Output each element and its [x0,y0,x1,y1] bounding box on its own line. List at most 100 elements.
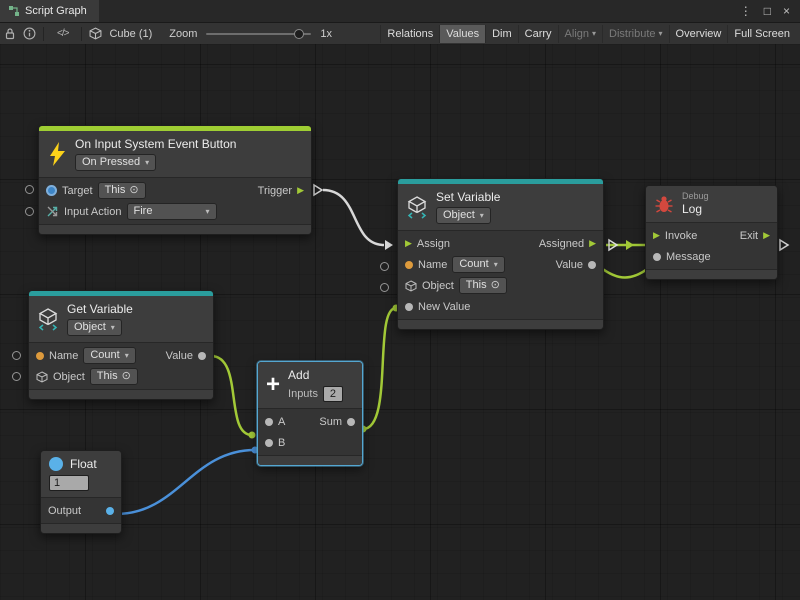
toolbar-button-dim[interactable]: Dim [485,25,518,43]
node-title: Get Variable [67,302,133,316]
float-port-icon[interactable] [106,507,114,515]
toolbar-button-carry[interactable]: Carry [518,25,558,43]
variable-name-dropdown[interactable]: Count ▾ [452,256,504,273]
port-label: Output [48,505,81,517]
port-label: Invoke [665,230,697,242]
value-port-icon[interactable] [653,253,661,261]
flow-arrow-outline-icon [609,240,617,250]
variable-kind-dropdown[interactable]: Object ▾ [67,319,122,336]
graph-target-label[interactable]: Cube (1) [109,28,152,40]
lightning-bolt-icon [47,141,67,167]
target-self-chip[interactable]: This ⊙ [90,368,138,385]
node-get-variable[interactable]: Get Variable Object ▾ Name Count ▾ [28,290,214,400]
float-value-field[interactable]: 1 [49,475,89,491]
wire-trigger-to-assign[interactable] [323,190,384,245]
value-port-icon[interactable] [588,261,596,269]
node-debug-log[interactable]: Debug Log ▶ Invoke Exit ▶ Message [645,185,778,280]
node-footer [41,523,121,533]
graph-canvas[interactable]: On Input System Event Button On Pressed … [0,44,800,600]
chevron-down-icon: ▾ [659,30,663,38]
variable-kind-dropdown[interactable]: Object ▾ [436,207,491,224]
dropdown-value: Count [459,258,488,271]
string-port-icon[interactable] [405,261,413,269]
toolbar-button-distribute[interactable]: Distribute▾ [602,25,668,43]
node-on-input-system-event-button[interactable]: On Input System Event Button On Pressed … [38,125,312,235]
node-footer [39,224,311,234]
port-label: A [278,416,285,428]
target-self-chip[interactable]: This ⊙ [98,182,146,199]
flow-output-port-icon[interactable]: ▶ [763,231,770,240]
unconnected-port-ring[interactable] [12,351,21,360]
button-label: Full Screen [734,28,790,40]
flow-input-port-icon[interactable]: ▶ [653,231,660,240]
variable-icon [406,196,428,219]
wire-value-to-message[interactable] [600,267,650,278]
variable-name-dropdown[interactable]: Count ▾ [83,347,135,364]
tab-script-graph[interactable]: Script Graph [0,0,99,22]
maximize-icon[interactable]: □ [764,4,771,18]
inputs-count-field[interactable]: 2 [323,386,343,402]
port-row-output: Output [41,500,121,521]
inputs-setting: Inputs 2 [288,386,343,402]
toolbar-button-align[interactable]: Align▾ [558,25,602,43]
unconnected-port-ring[interactable] [25,207,34,216]
node-add[interactable]: + Add Inputs 2 A Sum [257,361,363,466]
node-body: ▶ Invoke Exit ▶ Message [646,223,777,269]
value-port-icon[interactable] [198,352,206,360]
close-icon[interactable]: × [783,4,790,18]
button-label: Overview [676,28,722,40]
node-footer [646,269,777,279]
zoom-slider-handle[interactable] [294,29,304,39]
target-self-chip[interactable]: This ⊙ [459,277,507,294]
input-action-icon [46,205,59,218]
gameobject-icon [46,185,57,196]
flow-output-port-icon[interactable]: ▶ [297,186,304,195]
wire-float-to-b[interactable] [116,450,255,514]
toolbar-button-fullscreen[interactable]: Full Screen [727,25,796,43]
string-port-icon[interactable] [36,352,44,360]
toolbar-button-overview[interactable]: Overview [669,25,728,43]
toolbar-button-relations[interactable]: Relations [380,25,439,43]
wire-sum-to-newvalue[interactable] [363,308,396,429]
flow-arrow-outline-icon [314,185,322,195]
input-action-dropdown[interactable]: Fire ▾ [127,203,217,220]
info-icon[interactable] [23,27,36,40]
chevron-down-icon: ▾ [205,208,209,216]
wire-endpoint [249,432,256,439]
node-title: Log [682,202,702,216]
wire-getvalue-to-a[interactable] [211,356,252,435]
chevron-down-icon: ▾ [111,324,115,332]
node-float[interactable]: Float 1 Output [40,450,122,534]
lock-icon[interactable] [4,27,16,40]
dropdown-value: Object [443,209,475,222]
button-label: Carry [525,28,552,40]
port-row-message: Message [646,246,777,267]
chevron-down-icon: ▾ [592,30,596,38]
port-row-name: Name Count ▾ Value [398,254,603,275]
unconnected-port-ring[interactable] [12,372,21,381]
value-port-icon[interactable] [405,303,413,311]
node-footer [258,455,362,465]
port-label: Input Action [64,206,122,218]
event-mode-dropdown[interactable]: On Pressed ▾ [75,154,156,171]
zoom-slider[interactable] [206,28,311,40]
node-body: ▶ Assign Assigned ▶ Name Count ▾ Value [398,231,603,319]
value-port-icon[interactable] [347,418,355,426]
unconnected-port-ring[interactable] [380,283,389,292]
kebab-menu-icon[interactable]: ⋮ [740,4,752,18]
value-port-icon[interactable] [265,418,273,426]
port-label: Name [418,259,447,271]
unconnected-port-ring[interactable] [380,262,389,271]
value-port-icon[interactable] [265,439,273,447]
node-set-variable[interactable]: Set Variable Object ▾ ▶ Assign Assigned … [397,178,604,330]
port-row-assign: ▶ Assign Assigned ▶ [398,233,603,254]
toolbar-button-values[interactable]: Values [439,25,485,43]
unconnected-port-ring[interactable] [25,185,34,194]
float-literal-icon [49,457,63,471]
flow-output-port-icon[interactable]: ▶ [589,239,596,248]
port-row-new-value: New Value [398,296,603,317]
inputs-label: Inputs [288,388,318,400]
flow-input-port-icon[interactable]: ▶ [405,239,412,248]
code-view-icon[interactable]: </> [51,28,74,39]
port-row-object: Object This ⊙ [29,366,213,387]
